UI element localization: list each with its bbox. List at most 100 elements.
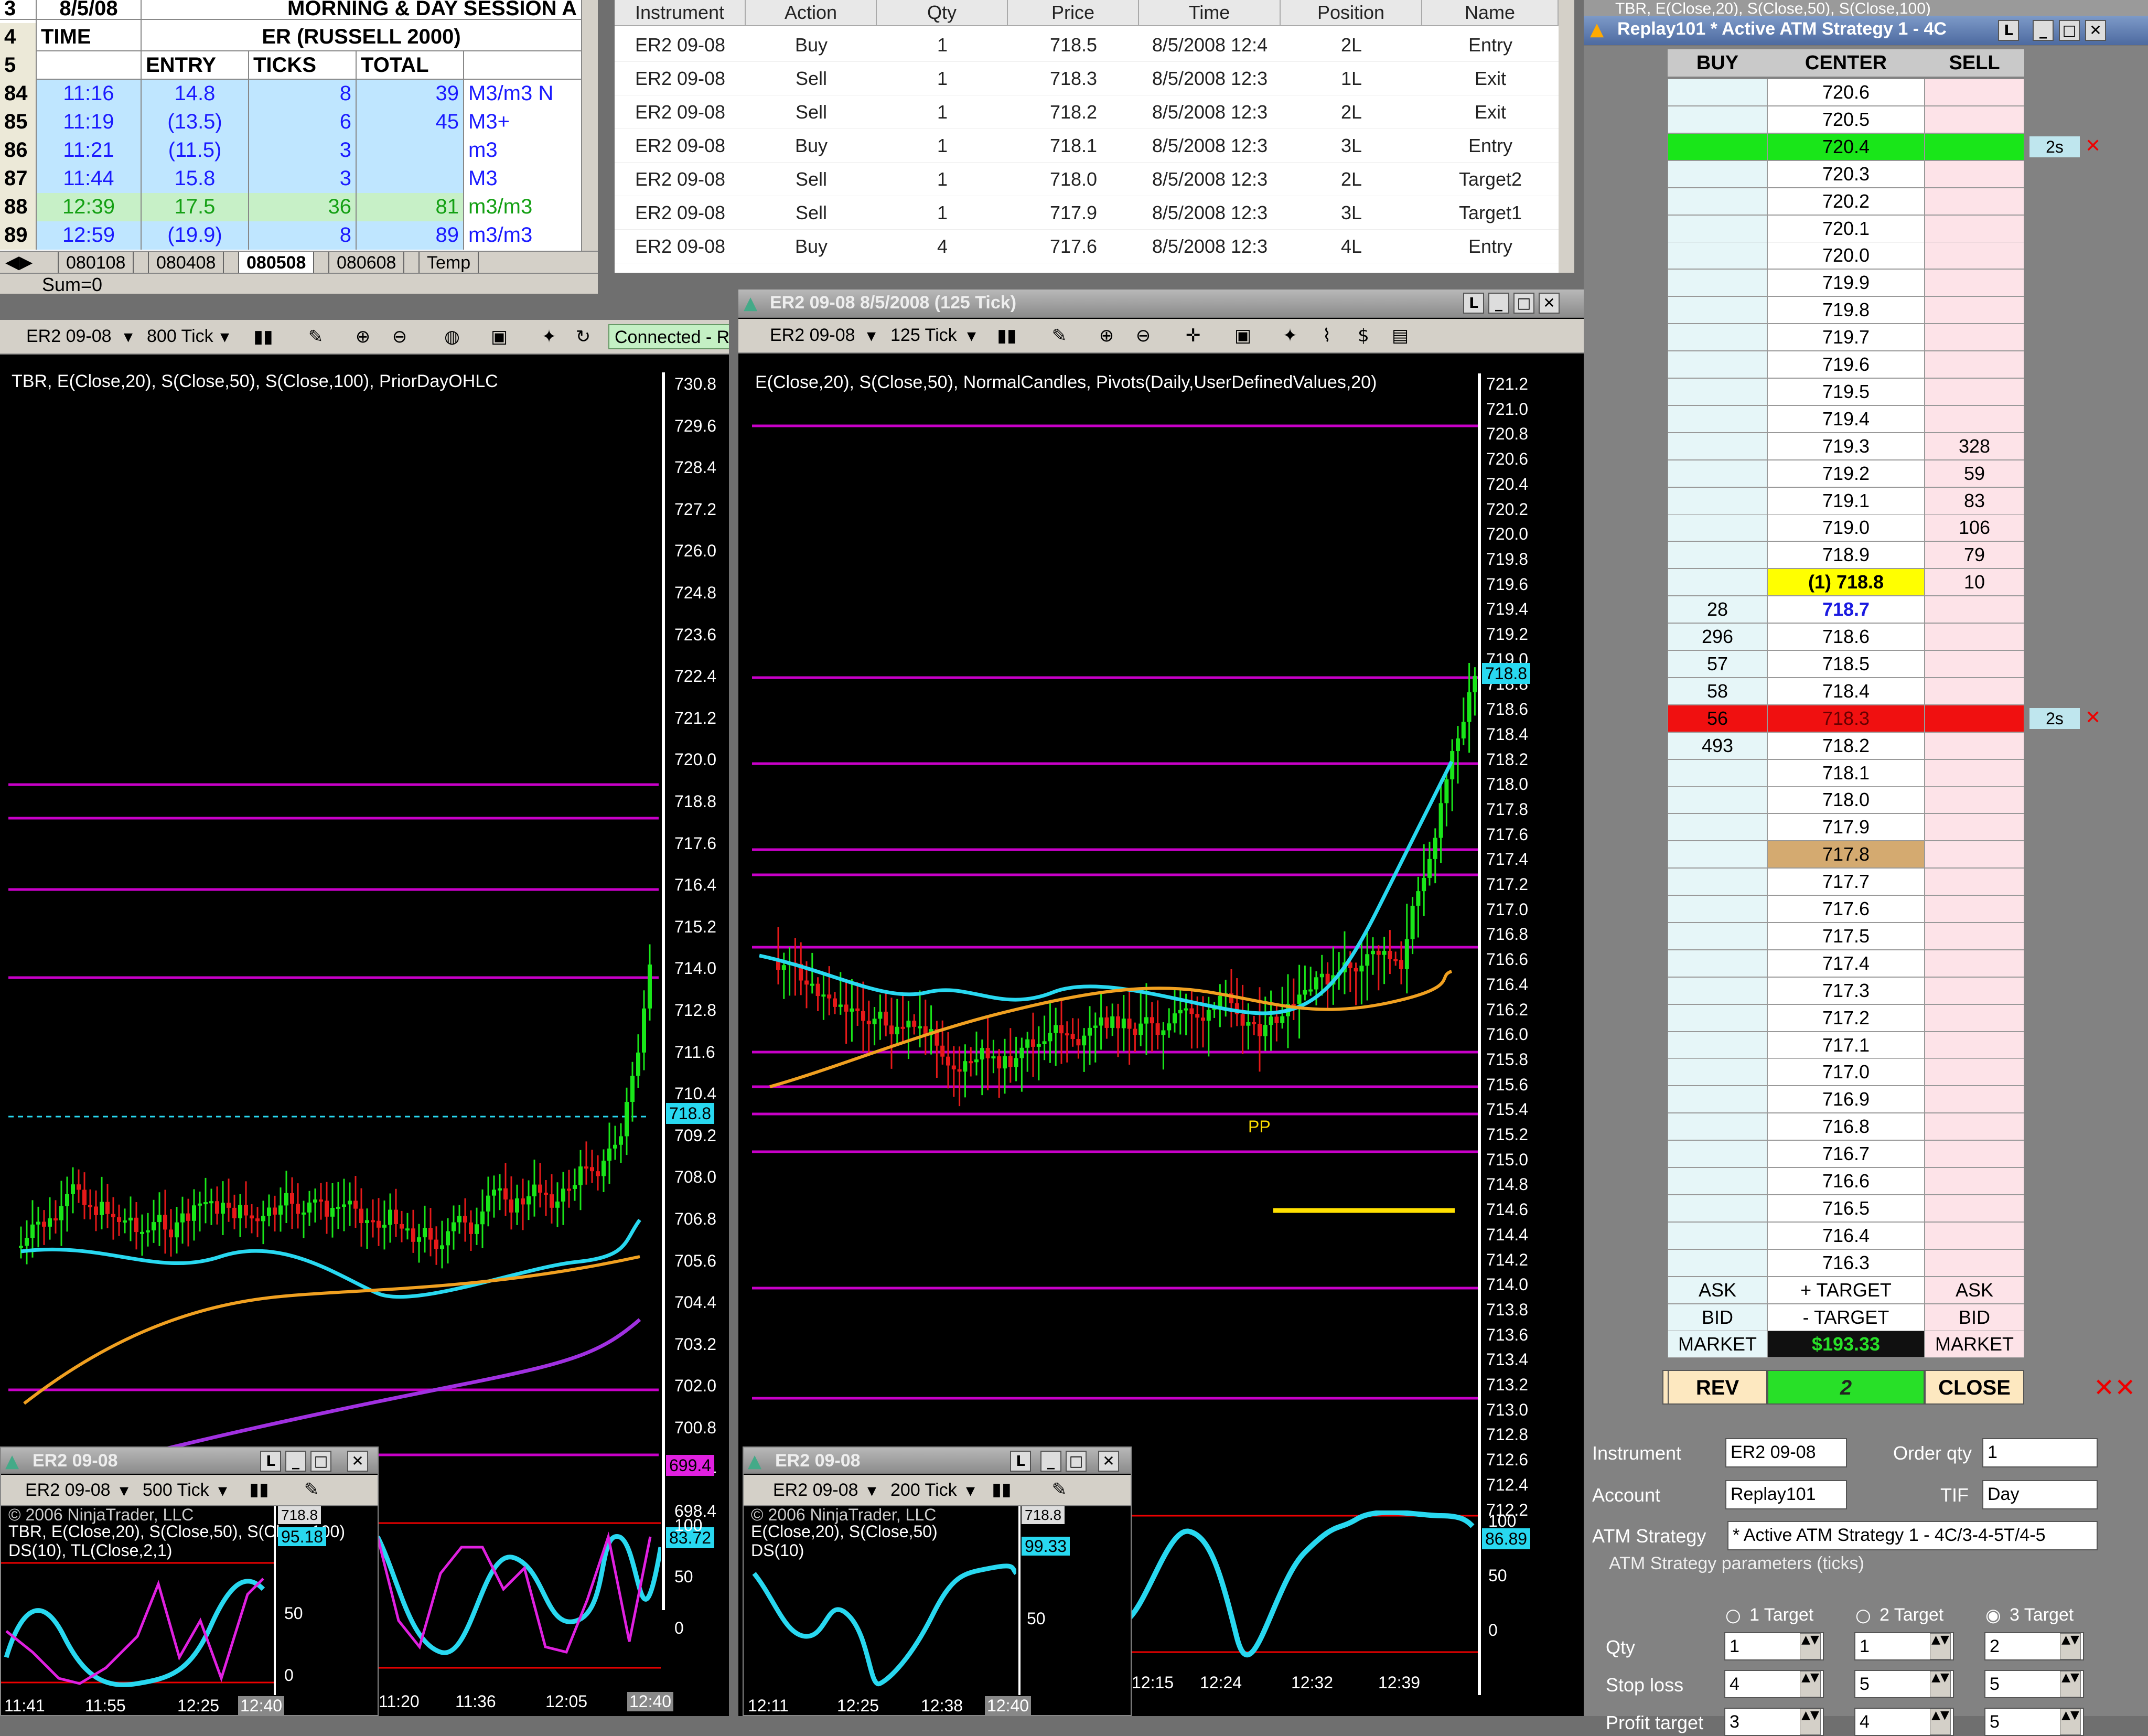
strategy-icon[interactable]: ✦: [538, 325, 561, 348]
sell-cell[interactable]: [1925, 1249, 2024, 1277]
total-cell[interactable]: 81: [357, 193, 464, 221]
ticks-header[interactable]: TICKS: [249, 51, 357, 80]
chevron-down-icon[interactable]: ▾: [220, 326, 229, 347]
spinner-icon[interactable]: ▲▼: [2060, 1709, 2081, 1735]
sell-cell[interactable]: [1925, 133, 2024, 160]
price-cell[interactable]: 717.7: [1767, 868, 1925, 896]
buy-footer-cell[interactable]: ASK: [1668, 1276, 1767, 1304]
buy-cell[interactable]: [1668, 949, 1767, 977]
sheet-tab[interactable]: 080508: [238, 252, 315, 275]
draw-pencil-icon[interactable]: ✎: [300, 1478, 323, 1501]
buy-cell[interactable]: [1668, 378, 1767, 405]
entry-cell[interactable]: 15.8: [142, 165, 249, 193]
price-cell[interactable]: 716.9: [1767, 1086, 1925, 1113]
sell-cell[interactable]: [1925, 813, 2024, 841]
buy-cell[interactable]: [1668, 868, 1767, 896]
bar-type-icon[interactable]: ▮▮: [995, 324, 1018, 347]
link-button[interactable]: L: [260, 1451, 281, 1472]
execution-cell[interactable]: Exit: [1422, 62, 1559, 95]
spinner-icon[interactable]: ▲▼: [1930, 1633, 1951, 1659]
empty-cell[interactable]: [464, 51, 582, 80]
price-cell[interactable]: 720.3: [1767, 160, 1925, 188]
buy-cell[interactable]: 58: [1668, 677, 1767, 705]
column-header-instrument[interactable]: Instrument: [615, 0, 746, 26]
execution-cell[interactable]: 8/5/2008 12:3: [1139, 196, 1281, 230]
execution-cell[interactable]: 2L: [1281, 28, 1422, 62]
column-header-action[interactable]: Action: [746, 0, 877, 26]
execution-cell[interactable]: 2L: [1281, 95, 1422, 129]
buy-cell[interactable]: [1668, 541, 1767, 569]
buy-cell[interactable]: [1668, 977, 1767, 1004]
close-window-button[interactable]: ✕: [1539, 293, 1560, 314]
sell-cell[interactable]: [1925, 405, 2024, 433]
cancel-order-icon[interactable]: ✕: [2085, 135, 2101, 157]
target-radio[interactable]: ○: [1725, 1605, 1741, 1626]
crosshair-icon[interactable]: ✛: [1182, 324, 1205, 347]
price-cell[interactable]: 718.4: [1767, 677, 1925, 705]
price-cell[interactable]: 718.1: [1767, 759, 1925, 787]
sell-cell[interactable]: [1925, 296, 2024, 324]
chart-titlebar[interactable]: ▲ ER2 09-08 8/5/2008 (125 Tick): [738, 290, 1584, 318]
buy-cell[interactable]: [1668, 187, 1767, 215]
chevron-down-icon[interactable]: ▾: [218, 1480, 227, 1501]
execution-cell[interactable]: 1: [877, 129, 1008, 163]
buy-cell[interactable]: [1668, 569, 1767, 596]
execution-cell[interactable]: ER2 09-08: [615, 95, 746, 129]
draw-pencil-icon[interactable]: ✎: [1048, 1478, 1071, 1501]
sell-cell[interactable]: [1925, 187, 2024, 215]
sell-cell[interactable]: [1925, 1004, 2024, 1032]
execution-cell[interactable]: 8/5/2008 12:3: [1139, 62, 1281, 95]
order-qty-field[interactable]: 1: [1982, 1438, 2098, 1467]
execution-cell[interactable]: Target2: [1422, 163, 1559, 196]
price-cell[interactable]: 717.9: [1767, 813, 1925, 841]
price-cell[interactable]: 716.3: [1767, 1249, 1925, 1277]
sheet-tab[interactable]: Temp: [418, 252, 479, 275]
buy-cell[interactable]: [1668, 922, 1767, 950]
sell-cell[interactable]: [1925, 759, 2024, 787]
execution-cell[interactable]: Sell: [746, 62, 877, 95]
execution-cell[interactable]: 3L: [1281, 196, 1422, 230]
chevron-down-icon[interactable]: ▾: [867, 1480, 876, 1501]
price-cell[interactable]: 720.5: [1767, 105, 1925, 133]
close-window-button[interactable]: ✕: [347, 1451, 368, 1472]
price-cell[interactable]: 719.9: [1767, 269, 1925, 297]
price-cell[interactable]: 719.7: [1767, 324, 1925, 351]
total-cell[interactable]: [357, 136, 464, 165]
spinner-icon[interactable]: ▲▼: [1800, 1633, 1821, 1659]
spinner-icon[interactable]: ▲▼: [1800, 1671, 1821, 1697]
sell-cell[interactable]: 83: [1925, 487, 2024, 515]
spinner-icon[interactable]: ▲▼: [1930, 1709, 1951, 1735]
execution-cell[interactable]: 1: [877, 196, 1008, 230]
buy-cell[interactable]: [1668, 813, 1767, 841]
bar-type-icon[interactable]: ▮▮: [248, 1478, 271, 1501]
time-cell[interactable]: 11:16: [37, 80, 142, 108]
chevron-down-icon[interactable]: ▾: [867, 325, 876, 346]
sell-cell[interactable]: [1925, 1113, 2024, 1141]
sell-cell[interactable]: [1925, 378, 2024, 405]
spinner-icon[interactable]: ▲▼: [2060, 1633, 2081, 1659]
buy-cell[interactable]: [1668, 895, 1767, 923]
sell-cell[interactable]: [1925, 786, 2024, 814]
minimize-button[interactable]: _: [285, 1451, 306, 1472]
execution-cell[interactable]: ER2 09-08: [615, 196, 746, 230]
sell-cell[interactable]: [1925, 324, 2024, 351]
sell-cell[interactable]: [1925, 1086, 2024, 1113]
sell-cell[interactable]: 106: [1925, 514, 2024, 542]
price-cell[interactable]: 719.8: [1767, 296, 1925, 324]
sell-cell[interactable]: [1925, 242, 2024, 270]
total-cell[interactable]: 45: [357, 108, 464, 136]
sell-cell[interactable]: [1925, 977, 2024, 1004]
execution-cell[interactable]: Buy: [746, 129, 877, 163]
entry-cell[interactable]: (11.5): [142, 136, 249, 165]
execution-cell[interactable]: Sell: [746, 95, 877, 129]
background-chart-tab[interactable]: TBR, E(Close,20), S(Close,50), S(Close,1…: [1584, 0, 2148, 16]
execution-cell[interactable]: Target1: [1422, 196, 1559, 230]
execution-cell[interactable]: 8/5/2008 12:4: [1139, 28, 1281, 62]
interval-dropdown[interactable]: 125 Tick: [890, 325, 957, 346]
session-title-cell[interactable]: MORNING & DAY SESSION A: [142, 0, 582, 23]
sell-footer-cell[interactable]: ASK: [1925, 1276, 2024, 1304]
entry-cell[interactable]: 14.8: [142, 80, 249, 108]
er-header[interactable]: ER (RUSSELL 2000): [142, 23, 582, 51]
oscillator-plot[interactable]: [378, 1516, 661, 1684]
price-cell[interactable]: 720.6: [1767, 79, 1925, 106]
